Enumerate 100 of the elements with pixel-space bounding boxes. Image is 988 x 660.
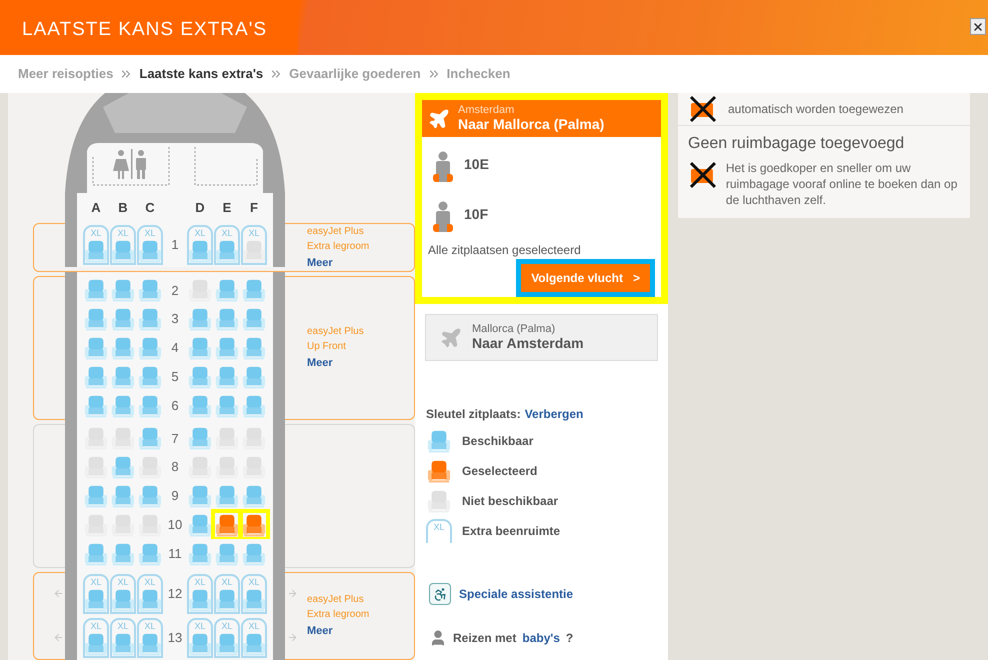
seat-icon[interactable] <box>84 632 108 656</box>
seat-icon[interactable] <box>215 278 239 302</box>
seat-icon[interactable] <box>242 632 266 656</box>
seat-icon[interactable] <box>138 588 162 612</box>
seat-icon[interactable] <box>215 336 239 360</box>
seat-icon[interactable] <box>188 239 212 263</box>
seat-icon[interactable] <box>111 542 135 566</box>
breadcrumb-item[interactable]: Gevaarlijke goederen <box>289 64 421 84</box>
xl-label: XL <box>194 620 206 632</box>
seat-icon[interactable] <box>111 632 135 656</box>
seat-icon[interactable] <box>84 542 108 566</box>
extra-legroom-seat[interactable]: XL <box>241 618 267 658</box>
seat-icon[interactable] <box>84 588 108 612</box>
seat-icon[interactable] <box>84 278 108 302</box>
seat-icon[interactable] <box>84 394 108 418</box>
seat-icon[interactable] <box>188 426 212 450</box>
seat-icon[interactable] <box>111 455 135 480</box>
seat-icon[interactable] <box>138 307 162 332</box>
seat-icon[interactable] <box>188 632 212 656</box>
seat-icon[interactable] <box>215 394 239 418</box>
extra-legroom-seat[interactable]: XL <box>137 574 163 614</box>
seat-icon[interactable] <box>84 336 108 360</box>
extra-legroom-seat[interactable]: XL <box>110 574 136 614</box>
legend-seat-icon[interactable] <box>427 429 451 453</box>
babies-link[interactable]: baby's <box>522 629 560 647</box>
extra-legroom-seat[interactable]: XL <box>187 574 213 614</box>
seat-icon[interactable] <box>111 278 135 302</box>
seat-icon[interactable] <box>242 542 266 566</box>
seat-icon[interactable] <box>84 239 108 263</box>
seat-icon[interactable] <box>138 426 162 450</box>
extra-legroom-seat[interactable]: XL <box>187 225 213 265</box>
flight-card[interactable]: Amsterdam Naar Mallorca (Palma) 10E 10F Alle zitplaatsen geselecteerd Volgende vlucht > <box>415 93 668 304</box>
seat-icon[interactable] <box>138 394 162 418</box>
extra-legroom-seat[interactable]: XL <box>83 225 109 265</box>
seat-icon[interactable] <box>242 484 266 508</box>
seat-icon[interactable] <box>84 364 108 389</box>
more-link[interactable]: Meer <box>307 256 370 271</box>
seat-icon[interactable] <box>188 484 212 508</box>
seat-icon[interactable] <box>188 512 212 537</box>
seat-icon[interactable] <box>138 239 162 263</box>
seat-icon[interactable] <box>242 364 266 389</box>
extra-legroom-seat[interactable]: XL <box>137 618 163 658</box>
seat-icon[interactable] <box>188 307 212 332</box>
seat-icon[interactable] <box>111 394 135 418</box>
more-link[interactable]: Meer <box>307 624 370 640</box>
seat-icon[interactable] <box>111 307 135 332</box>
extra-legroom-seat[interactable]: XL <box>214 574 240 614</box>
legend-seat-icon[interactable] <box>427 489 451 513</box>
seat-icon[interactable] <box>188 364 212 389</box>
seat-icon[interactable] <box>215 307 239 332</box>
breadcrumb-item[interactable]: Meer reisopties <box>18 64 114 84</box>
extra-legroom-seat[interactable]: XL <box>214 225 240 265</box>
seat-icon[interactable] <box>188 588 212 612</box>
seat-icon[interactable] <box>111 336 135 360</box>
legend-seat-icon[interactable] <box>427 459 451 483</box>
breadcrumb-item[interactable]: Inchecken <box>446 64 510 84</box>
seat-icon[interactable] <box>242 588 266 612</box>
extra-legroom-seat[interactable]: XL <box>214 618 240 658</box>
seat-icon[interactable] <box>111 588 135 612</box>
flight-card[interactable]: Mallorca (Palma) Naar Amsterdam <box>425 314 658 361</box>
extra-legroom-seat[interactable]: XL <box>187 618 213 658</box>
seat-icon[interactable] <box>138 278 162 302</box>
more-link[interactable]: Meer <box>307 356 364 372</box>
seat-icon[interactable] <box>188 542 212 566</box>
seat-icon[interactable] <box>215 484 239 508</box>
seat-icon[interactable] <box>138 542 162 566</box>
seat-icon[interactable] <box>111 364 135 389</box>
special-assistance-link[interactable]: Speciale assistentie <box>459 585 574 603</box>
breadcrumb-item[interactable]: Laatste kans extra's <box>139 64 264 84</box>
seat-icon[interactable] <box>138 364 162 389</box>
seat-icon[interactable] <box>188 394 212 418</box>
close-button[interactable] <box>970 18 986 35</box>
xl-label: XL <box>433 521 444 534</box>
seat-icon[interactable] <box>242 278 266 302</box>
seat-icon[interactable] <box>242 394 266 418</box>
seat-icon[interactable] <box>138 336 162 360</box>
seat-icon[interactable] <box>188 336 212 360</box>
seat-icon[interactable] <box>242 307 266 332</box>
extra-legroom-seat[interactable]: XL <box>137 225 163 265</box>
seat-icon[interactable] <box>215 364 239 389</box>
hide-legend-link[interactable]: Verbergen <box>524 405 584 423</box>
seat-icon[interactable] <box>84 307 108 332</box>
extra-legroom-seat[interactable]: XL <box>110 618 136 658</box>
extra-legroom-seat[interactable]: XL <box>110 225 136 265</box>
seat-icon[interactable] <box>138 484 162 508</box>
seat-icon[interactable] <box>84 484 108 508</box>
seat-icon[interactable] <box>111 484 135 508</box>
seat-icon[interactable] <box>138 632 162 656</box>
seat-icon[interactable] <box>215 588 239 612</box>
seat-icon[interactable] <box>215 239 239 263</box>
seat-icon[interactable] <box>111 239 135 263</box>
extra-legroom-seat[interactable]: XL <box>83 618 109 658</box>
passenger-seat-icon <box>432 201 454 233</box>
next-flight-button[interactable]: Volgende vlucht > <box>521 264 650 292</box>
seat-icon[interactable] <box>215 632 239 656</box>
column-letter: C <box>144 199 156 218</box>
extra-legroom-seat[interactable]: XL <box>241 574 267 614</box>
seat-icon[interactable] <box>242 336 266 360</box>
seat-icon[interactable] <box>215 542 239 566</box>
extra-legroom-seat[interactable]: XL <box>83 574 109 614</box>
